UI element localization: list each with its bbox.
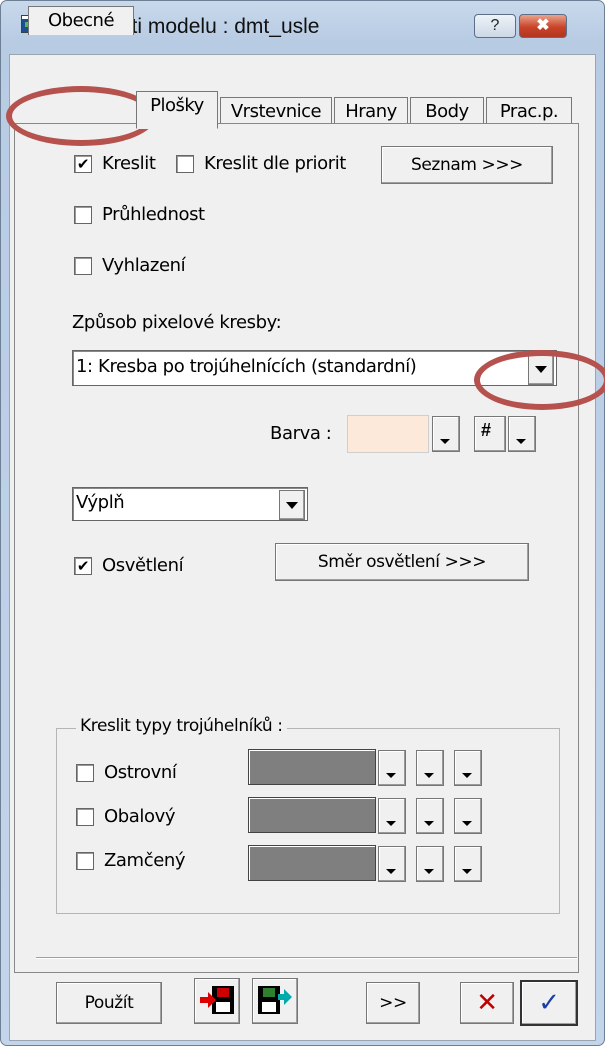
chevron-down-icon: [386, 869, 396, 874]
checkbox-empty-icon: [176, 154, 194, 173]
chevron-down-icon: [462, 773, 472, 778]
chevron-down-icon: [462, 821, 472, 826]
checkbox-checked-icon: ✔: [74, 556, 92, 575]
help-button[interactable]: ?: [474, 14, 516, 38]
zamceny-dropdown-3[interactable]: [454, 846, 482, 882]
kreslit-dle-priorit-checkbox[interactable]: Kreslit dle priorit: [176, 153, 346, 174]
import-floppy-icon: [200, 986, 234, 1014]
obalovy-color-swatch[interactable]: [248, 797, 376, 833]
export-button[interactable]: [252, 978, 298, 1024]
checkbox-empty-icon: [76, 763, 94, 782]
fill-value: Výplň: [76, 492, 125, 513]
chevron-down-icon: [386, 821, 396, 826]
tab-vrstevnice[interactable]: Vrstevnice: [220, 97, 332, 126]
pattern-dropdown-button[interactable]: [508, 416, 536, 452]
chevron-down-icon: [386, 773, 396, 778]
ostrovni-label: Ostrovní: [104, 762, 177, 783]
checkbox-empty-icon: [74, 205, 92, 224]
export-floppy-icon: [258, 986, 292, 1014]
zamceny-checkbox[interactable]: Zamčený: [76, 850, 186, 871]
ostrovni-dropdown-3[interactable]: [454, 750, 482, 786]
close-x-icon: ✕: [476, 988, 498, 1018]
pattern-button[interactable]: #: [474, 416, 506, 452]
ostrovni-dropdown-1[interactable]: [378, 750, 406, 786]
ostrovni-checkbox[interactable]: Ostrovní: [76, 762, 177, 783]
zamceny-label: Zamčený: [104, 850, 186, 871]
color-swatch[interactable]: [347, 415, 429, 453]
ostrovni-dropdown-2[interactable]: [416, 750, 444, 786]
obalovy-dropdown-1[interactable]: [378, 798, 406, 834]
chevron-down-icon: [424, 821, 434, 826]
light-direction-button[interactable]: Směr osvětlení >>>: [275, 543, 529, 581]
tab-plosky[interactable]: Plošky: [136, 91, 218, 129]
cancel-button[interactable]: ✕: [460, 982, 514, 1024]
pixel-mode-value: 1: Kresba po trojúhelnících (standardní): [76, 356, 417, 377]
triangle-types-title: Kreslit typy trojúhelníků :: [76, 716, 287, 736]
obalovy-dropdown-2[interactable]: [416, 798, 444, 834]
annotation-ellipse-tab: [6, 86, 156, 146]
zamceny-dropdown-1[interactable]: [378, 846, 406, 882]
chevron-down-icon: [516, 439, 526, 444]
obalovy-label: Obalový: [104, 806, 176, 827]
color-dropdown-button[interactable]: [432, 416, 460, 452]
chevron-down-icon: [440, 439, 450, 444]
chevron-down-icon[interactable]: [279, 490, 305, 520]
pixel-mode-label: Způsob pixelové kresby:: [72, 312, 282, 333]
footer-separator: [36, 957, 577, 959]
checkmark-icon: ✓: [538, 988, 560, 1018]
kreslit-label: Kreslit: [102, 153, 156, 174]
kreslit-dle-priorit-label: Kreslit dle priorit: [204, 153, 346, 174]
obalovy-checkbox[interactable]: Obalový: [76, 806, 176, 827]
fill-select[interactable]: Výplň: [72, 487, 308, 521]
apply-button[interactable]: Použít: [56, 982, 162, 1024]
checkbox-checked-icon: ✔: [74, 154, 92, 173]
more-button[interactable]: >>: [366, 982, 420, 1024]
vyhlazeni-label: Vyhlazení: [102, 255, 186, 276]
close-button[interactable]: ✖: [519, 14, 567, 38]
ok-button[interactable]: ✓: [520, 980, 578, 1026]
annotation-ellipse-dropdown: [474, 350, 605, 410]
tab-prac-p[interactable]: Prac.p.: [486, 97, 572, 126]
obalovy-dropdown-3[interactable]: [454, 798, 482, 834]
kreslit-checkbox[interactable]: ✔ Kreslit: [74, 153, 156, 174]
tab-hrany[interactable]: Hrany: [334, 97, 408, 126]
import-button[interactable]: [194, 978, 240, 1024]
chevron-down-icon: [462, 869, 472, 874]
color-label: Barva :: [270, 423, 332, 444]
pruhlednost-checkbox[interactable]: Průhlednost: [74, 204, 205, 225]
checkbox-empty-icon: [76, 807, 94, 826]
checkbox-empty-icon: [74, 256, 92, 275]
seznam-button[interactable]: Seznam >>>: [381, 146, 553, 184]
tab-obecne[interactable]: Obecné: [28, 6, 134, 35]
chevron-down-icon: [424, 773, 434, 778]
chevron-down-icon: [424, 869, 434, 874]
lighting-checkbox[interactable]: ✔ Osvětlení: [74, 555, 184, 576]
checkbox-empty-icon: [76, 851, 94, 870]
pruhlednost-label: Průhlednost: [102, 204, 205, 225]
grid-pattern-icon: #: [481, 420, 492, 440]
lighting-label: Osvětlení: [102, 555, 184, 576]
ostrovni-color-swatch[interactable]: [248, 749, 376, 785]
tab-body[interactable]: Body: [410, 97, 484, 126]
zamceny-color-swatch[interactable]: [248, 845, 376, 881]
zamceny-dropdown-2[interactable]: [416, 846, 444, 882]
vyhlazeni-checkbox[interactable]: Vyhlazení: [74, 255, 186, 276]
